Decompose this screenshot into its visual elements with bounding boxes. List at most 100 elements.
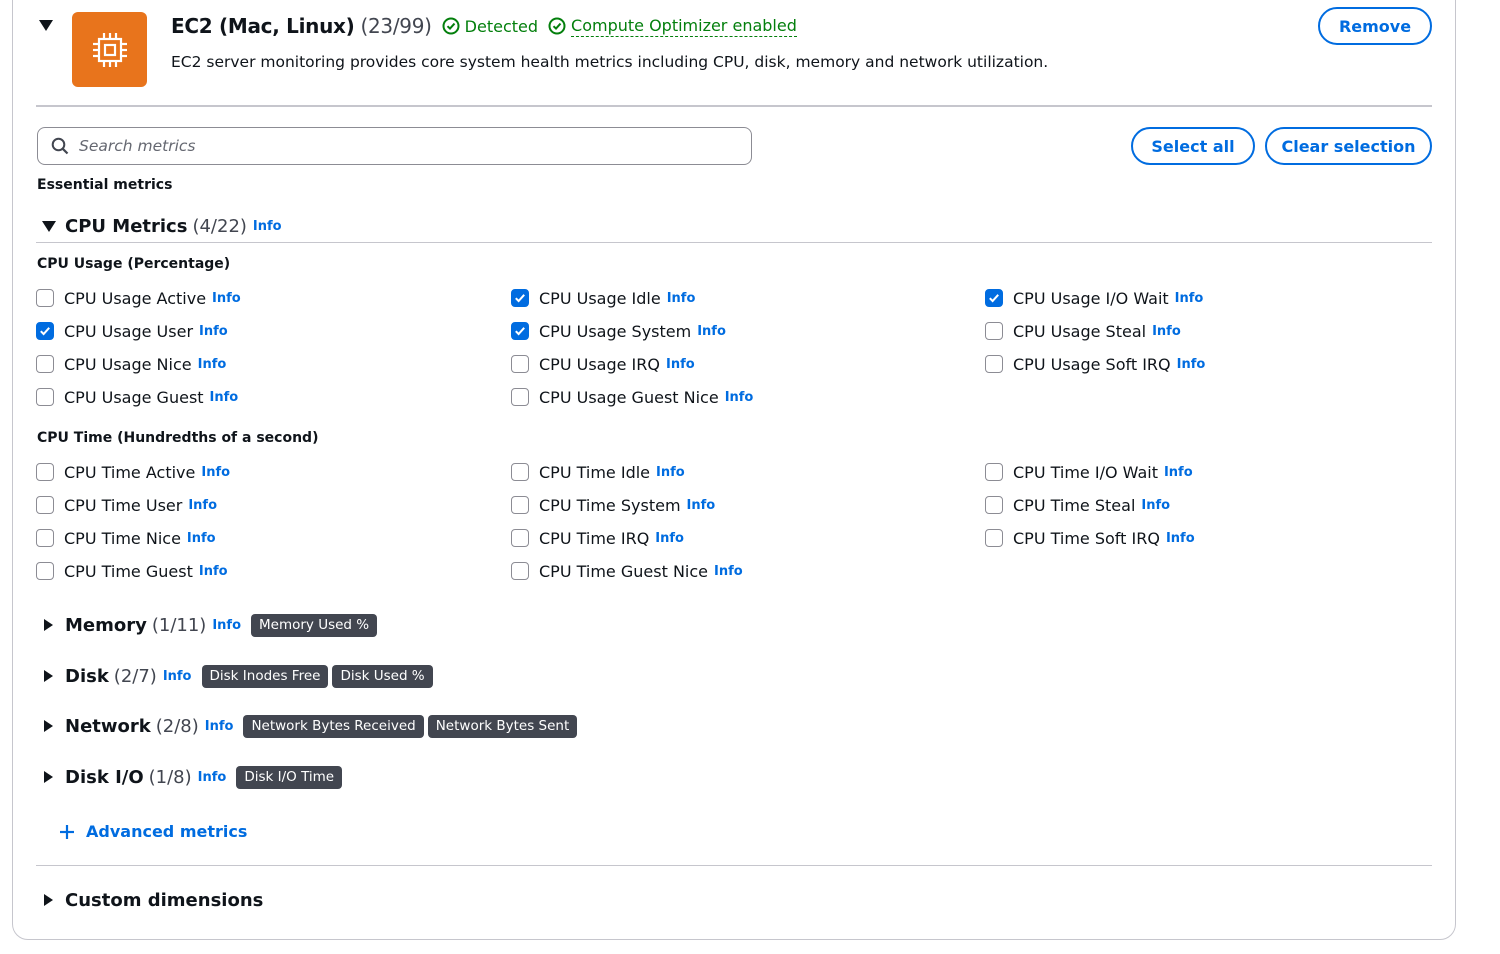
checkbox-cpu-usage-active[interactable]: CPU Usage Active Info xyxy=(36,287,241,309)
info-link[interactable]: Info xyxy=(725,390,754,405)
checkbox-cpu-usage-i-o-wait[interactable]: CPU Usage I/O Wait Info xyxy=(985,287,1203,309)
info-link[interactable]: Info xyxy=(1175,291,1204,306)
expand-caret-icon xyxy=(44,670,53,682)
checkbox-unchecked-icon[interactable] xyxy=(36,529,54,547)
info-link[interactable]: Info xyxy=(205,719,234,734)
checkbox-unchecked-icon[interactable] xyxy=(511,355,529,373)
checkbox-label: CPU Time Soft IRQ xyxy=(1013,528,1160,548)
remove-button[interactable]: Remove xyxy=(1318,7,1432,45)
checkbox-unchecked-icon[interactable] xyxy=(511,463,529,481)
info-link[interactable]: Info xyxy=(1177,357,1206,372)
info-link[interactable]: Info xyxy=(199,564,228,579)
checkbox-cpu-usage-irq[interactable]: CPU Usage IRQ Info xyxy=(511,353,695,375)
checkbox-cpu-usage-steal[interactable]: CPU Usage Steal Info xyxy=(985,320,1181,342)
checkbox-label: CPU Time System xyxy=(539,495,681,515)
info-link[interactable]: Info xyxy=(212,291,241,306)
section-memory-header[interactable]: Memory (1/11) Info Memory Used % xyxy=(44,613,378,637)
checkbox-unchecked-icon[interactable] xyxy=(511,529,529,547)
checkbox-cpu-time-soft-irq[interactable]: CPU Time Soft IRQ Info xyxy=(985,527,1195,549)
checkbox-unchecked-icon[interactable] xyxy=(36,496,54,514)
cpu-metrics-header[interactable]: CPU Metrics (4/22) Info xyxy=(42,214,282,238)
checkbox-unchecked-icon[interactable] xyxy=(36,289,54,307)
checkbox-label: CPU Usage Active xyxy=(64,288,207,308)
checkbox-cpu-time-idle[interactable]: CPU Time Idle Info xyxy=(511,461,685,483)
checkbox-cpu-usage-idle[interactable]: CPU Usage Idle Info xyxy=(511,287,695,309)
checkbox-cpu-usage-guest-nice[interactable]: CPU Usage Guest Nice Info xyxy=(511,386,753,408)
checkbox-unchecked-icon[interactable] xyxy=(36,562,54,580)
checkbox-unchecked-icon[interactable] xyxy=(985,322,1003,340)
search-placeholder: Search metrics xyxy=(79,137,196,155)
search-metrics-input[interactable]: Search metrics xyxy=(37,127,752,165)
info-link[interactable]: Info xyxy=(666,357,695,372)
custom-dimensions-header[interactable]: Custom dimensions xyxy=(44,888,263,912)
checkbox-unchecked-icon[interactable] xyxy=(985,355,1003,373)
expand-caret-icon xyxy=(44,720,53,732)
info-link[interactable]: Info xyxy=(198,770,227,785)
check-circle-icon xyxy=(548,17,566,35)
section-title: Network xyxy=(65,715,151,737)
checkbox-checked-icon[interactable] xyxy=(511,322,529,340)
info-link[interactable]: Info xyxy=(163,669,192,684)
checkbox-cpu-time-system[interactable]: CPU Time System Info xyxy=(511,494,715,516)
checkbox-cpu-time-guest-nice[interactable]: CPU Time Guest Nice Info xyxy=(511,560,743,582)
check-icon xyxy=(40,327,50,336)
info-link[interactable]: Info xyxy=(714,564,743,579)
integration-title: EC2 (Mac, Linux) xyxy=(171,14,355,38)
select-all-button[interactable]: Select all xyxy=(1131,127,1255,165)
checkbox-checked-icon[interactable] xyxy=(985,289,1003,307)
checkbox-cpu-usage-nice[interactable]: CPU Usage Nice Info xyxy=(36,353,226,375)
checkbox-unchecked-icon[interactable] xyxy=(36,463,54,481)
section-network-header[interactable]: Network (2/8) Info Network Bytes Received Ne… xyxy=(44,714,578,738)
section-disk-header[interactable]: Disk (2/7) Info Disk Inodes Free Disk Used % xyxy=(44,664,433,688)
checkbox-unchecked-icon[interactable] xyxy=(511,388,529,406)
checkbox-cpu-time-active[interactable]: CPU Time Active Info xyxy=(36,461,230,483)
checkbox-cpu-time-nice[interactable]: CPU Time Nice Info xyxy=(36,527,216,549)
info-link[interactable]: Info xyxy=(201,465,230,480)
info-link[interactable]: Info xyxy=(697,324,726,339)
info-link[interactable]: Info xyxy=(1166,531,1195,546)
checkbox-label: CPU Time Steal xyxy=(1013,495,1136,515)
checkbox-cpu-time-steal[interactable]: CPU Time Steal Info xyxy=(985,494,1170,516)
checkbox-cpu-usage-guest[interactable]: CPU Usage Guest Info xyxy=(36,386,238,408)
checkbox-label: CPU Time IRQ xyxy=(539,528,650,548)
info-link[interactable]: Info xyxy=(1141,498,1170,513)
info-link[interactable]: Info xyxy=(656,465,685,480)
checkbox-checked-icon[interactable] xyxy=(36,322,54,340)
checkbox-unchecked-icon[interactable] xyxy=(511,496,529,514)
checkbox-cpu-time-i-o-wait[interactable]: CPU Time I/O Wait Info xyxy=(985,461,1193,483)
section-title: Disk I/O xyxy=(65,766,144,788)
checkbox-unchecked-icon[interactable] xyxy=(36,355,54,373)
checkbox-cpu-time-guest[interactable]: CPU Time Guest Info xyxy=(36,560,228,582)
checkbox-cpu-usage-soft-irq[interactable]: CPU Usage Soft IRQ Info xyxy=(985,353,1205,375)
info-link[interactable]: Info xyxy=(212,618,241,633)
advanced-metrics-link[interactable]: Advanced metrics xyxy=(58,822,247,841)
checkbox-unchecked-icon[interactable] xyxy=(36,388,54,406)
checkbox-cpu-usage-user[interactable]: CPU Usage User Info xyxy=(36,320,228,342)
checkbox-unchecked-icon[interactable] xyxy=(985,496,1003,514)
info-link[interactable]: Info xyxy=(1152,324,1181,339)
checkbox-unchecked-icon[interactable] xyxy=(511,562,529,580)
info-link[interactable]: Info xyxy=(655,531,684,546)
info-link[interactable]: Info xyxy=(188,498,217,513)
checkbox-unchecked-icon[interactable] xyxy=(985,463,1003,481)
info-link[interactable]: Info xyxy=(210,390,239,405)
checkbox-checked-icon[interactable] xyxy=(511,289,529,307)
info-link[interactable]: Info xyxy=(667,291,696,306)
ec2-logo xyxy=(72,12,147,87)
info-link[interactable]: Info xyxy=(1164,465,1193,480)
info-link[interactable]: Info xyxy=(199,324,228,339)
info-link[interactable]: Info xyxy=(687,498,716,513)
checkbox-cpu-usage-system[interactable]: CPU Usage System Info xyxy=(511,320,726,342)
collapse-caret-icon[interactable] xyxy=(39,20,53,31)
compute-optimizer-label: Compute Optimizer enabled xyxy=(571,15,797,37)
info-link[interactable]: Info xyxy=(198,357,227,372)
checkbox-unchecked-icon[interactable] xyxy=(985,529,1003,547)
info-link[interactable]: Info xyxy=(187,531,216,546)
checkbox-cpu-time-user[interactable]: CPU Time User Info xyxy=(36,494,217,516)
section-disk-i-o-header[interactable]: Disk I/O (1/8) Info Disk I/O Time xyxy=(44,765,343,789)
checkbox-cpu-time-irq[interactable]: CPU Time IRQ Info xyxy=(511,527,684,549)
compute-optimizer-status[interactable]: Compute Optimizer enabled xyxy=(548,16,797,37)
clear-selection-button[interactable]: Clear selection xyxy=(1265,127,1432,165)
info-link[interactable]: Info xyxy=(253,219,282,234)
ec2-chip-icon xyxy=(92,32,127,67)
